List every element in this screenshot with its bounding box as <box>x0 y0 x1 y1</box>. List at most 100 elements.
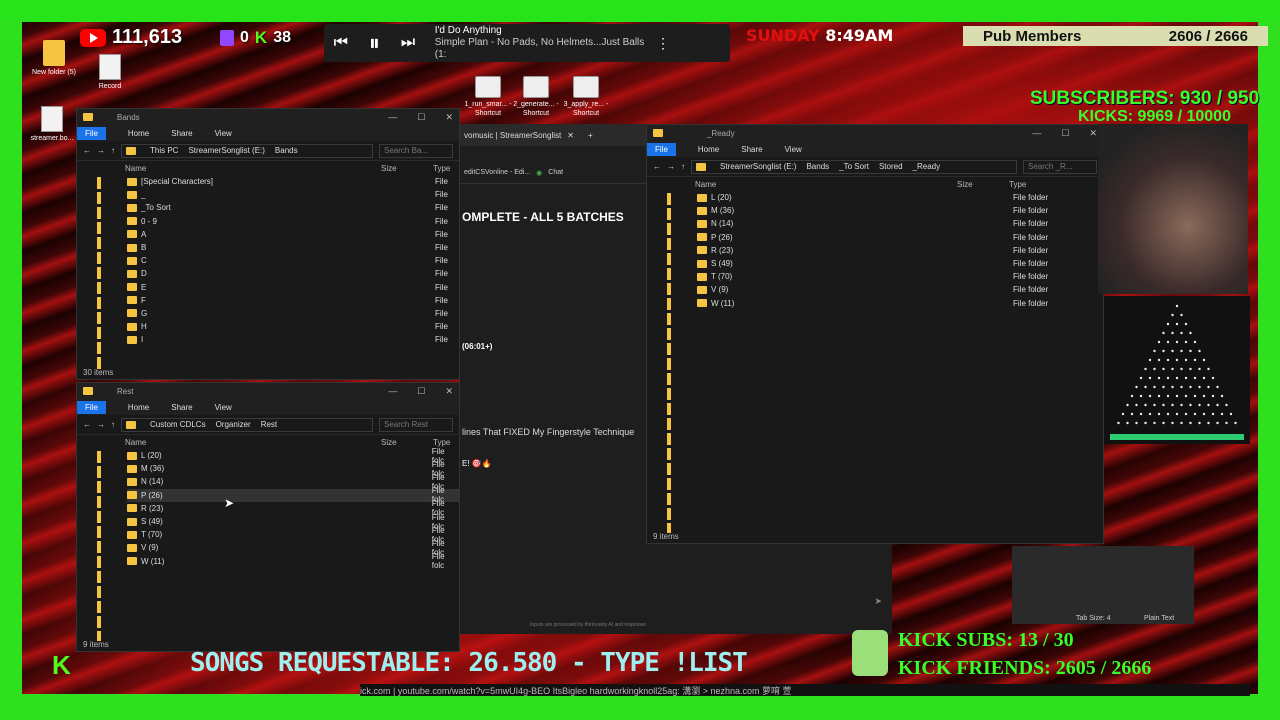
back-icon[interactable]: ← <box>83 146 91 155</box>
list-item[interactable]: L (20) File folder <box>697 191 1103 204</box>
breadcrumb-0[interactable]: StreamerSonglist (E:) <box>720 162 796 171</box>
tab-file[interactable]: File <box>647 142 676 156</box>
maximize-icon[interactable]: ☐ <box>417 386 425 397</box>
back-icon[interactable]: ← <box>653 162 661 171</box>
column-size[interactable]: Size <box>381 164 433 173</box>
tab-file[interactable]: File <box>77 126 106 140</box>
navigation-pane[interactable] <box>97 451 101 641</box>
close-tab-icon[interactable]: ✕ <box>567 131 574 140</box>
list-item[interactable]: I File <box>127 333 459 346</box>
list-item[interactable]: R (23) File folc <box>127 499 459 517</box>
video-title[interactable]: lines That FIXED My Fingerstyle Techniqu… <box>460 427 646 437</box>
path-box[interactable]: StreamerSonglist (E:) Bands _To Sort Sto… <box>691 159 1017 174</box>
column-name[interactable]: Name <box>125 438 381 447</box>
new-tab-icon[interactable]: + <box>588 131 593 140</box>
breadcrumb-1[interactable]: Bands <box>806 162 829 171</box>
search-input[interactable]: Search Rest <box>379 417 453 432</box>
minimize-icon[interactable]: — <box>388 112 397 123</box>
browser-tab[interactable]: vomusic | StreamerSonglist <box>464 131 561 140</box>
desktop-shortcut-3[interactable]: 3_apply_re... - Shortcut <box>556 76 616 118</box>
previous-track-icon[interactable]: ⏮ <box>324 34 358 52</box>
list-item[interactable]: _To Sort File <box>127 201 459 214</box>
list-item[interactable]: [Special Characters] File <box>127 175 459 188</box>
list-item[interactable]: _ File <box>127 188 459 201</box>
list-item[interactable]: T (70) File folc <box>127 526 459 544</box>
minimize-icon[interactable]: — <box>388 386 397 397</box>
breadcrumb-2[interactable]: Rest <box>261 420 277 429</box>
language-label[interactable]: Plain Text <box>1144 615 1174 622</box>
tab-view[interactable]: View <box>785 145 802 154</box>
column-name[interactable]: Name <box>125 164 381 173</box>
list-item[interactable]: A File <box>127 228 459 241</box>
search-input[interactable]: Search _R... <box>1023 159 1097 174</box>
tab-view[interactable]: View <box>215 129 232 138</box>
list-item[interactable]: N (14) File folder <box>697 217 1103 230</box>
tab-size-label[interactable]: Tab Size: 4 <box>1076 615 1111 622</box>
desktop-icon-record[interactable]: Record <box>80 54 140 91</box>
list-item[interactable]: F File <box>127 294 459 307</box>
list-item[interactable]: P (26) File folder <box>697 231 1103 244</box>
desktop-icon-streamer[interactable]: streamer.bo... <box>22 106 82 143</box>
tab-share[interactable]: Share <box>171 129 192 138</box>
list-item[interactable]: C File <box>127 254 459 267</box>
list-item[interactable]: R (23) File folder <box>697 244 1103 257</box>
list-item[interactable]: 0 - 9 File <box>127 215 459 228</box>
forward-icon[interactable]: → <box>97 420 105 429</box>
next-track-icon[interactable]: ⏭ <box>391 34 425 52</box>
list-item[interactable]: M (36) File folc <box>127 460 459 478</box>
breadcrumb-3[interactable]: Stored <box>879 162 903 171</box>
desktop-icon-new-folder[interactable]: New folder (5) <box>24 40 84 77</box>
list-item[interactable]: W (11) File folc <box>127 552 459 570</box>
column-type[interactable]: Type <box>433 438 450 447</box>
bookmark-editcsv[interactable]: editCSVonline - Edi... <box>464 169 530 176</box>
breadcrumb-0[interactable]: This PC <box>150 146 178 155</box>
list-item[interactable]: E File <box>127 281 459 294</box>
close-icon[interactable]: ✕ <box>445 386 453 397</box>
send-icon[interactable]: ➤ <box>874 596 882 607</box>
column-type[interactable]: Type <box>1009 180 1026 189</box>
search-input[interactable]: Search Ba... <box>379 143 453 158</box>
close-icon[interactable]: ✕ <box>445 112 453 123</box>
tab-share[interactable]: Share <box>171 403 192 412</box>
tab-view[interactable]: View <box>215 403 232 412</box>
navigation-pane[interactable] <box>667 193 671 533</box>
list-item[interactable]: T (70) File folder <box>697 270 1103 283</box>
column-type[interactable]: Type <box>433 164 450 173</box>
list-item[interactable]: N (14) File folc <box>127 473 459 491</box>
breadcrumb-1[interactable]: Organizer <box>216 420 251 429</box>
breadcrumb-1[interactable]: StreamerSonglist (E:) <box>188 146 264 155</box>
tab-home[interactable]: Home <box>698 145 719 154</box>
list-item[interactable]: D File <box>127 267 459 280</box>
list-item[interactable]: H File <box>127 320 459 333</box>
column-size[interactable]: Size <box>957 180 1009 189</box>
column-name[interactable]: Name <box>695 180 957 189</box>
list-item[interactable]: S (49) File folc <box>127 513 459 531</box>
list-item[interactable]: V (9) File folc <box>127 539 459 557</box>
list-item[interactable]: B File <box>127 241 459 254</box>
close-icon[interactable]: ✕ <box>1089 128 1097 139</box>
list-item[interactable]: S (49) File folder <box>697 257 1103 270</box>
breadcrumb-2[interactable]: Bands <box>275 146 298 155</box>
list-item[interactable]: L (20) File folc <box>127 447 459 465</box>
maximize-icon[interactable]: ☐ <box>417 112 425 123</box>
up-icon[interactable]: ↑ <box>681 162 685 171</box>
up-icon[interactable]: ↑ <box>111 420 115 429</box>
column-size[interactable]: Size <box>381 438 433 447</box>
more-options-icon[interactable]: ⋮ <box>656 35 670 52</box>
breadcrumb-4[interactable]: _Ready <box>913 162 941 171</box>
list-item[interactable]: G File <box>127 307 459 320</box>
maximize-icon[interactable]: ☐ <box>1061 128 1069 139</box>
path-box[interactable]: This PC StreamerSonglist (E:) Bands <box>121 143 373 158</box>
back-icon[interactable]: ← <box>83 420 91 429</box>
path-box[interactable]: Custom CDLCs Organizer Rest <box>121 417 373 432</box>
bookmark-chat[interactable]: Chat <box>548 169 563 176</box>
up-icon[interactable]: ↑ <box>111 146 115 155</box>
list-item[interactable]: M (36) File folder <box>697 204 1103 217</box>
forward-icon[interactable]: → <box>97 146 105 155</box>
tab-file[interactable]: File <box>77 400 106 414</box>
minimize-icon[interactable]: — <box>1032 128 1041 139</box>
breadcrumb-0[interactable]: Custom CDLCs <box>150 420 206 429</box>
tab-home[interactable]: Home <box>128 403 149 412</box>
list-item[interactable]: V (9) File folder <box>697 283 1103 296</box>
forward-icon[interactable]: → <box>667 162 675 171</box>
